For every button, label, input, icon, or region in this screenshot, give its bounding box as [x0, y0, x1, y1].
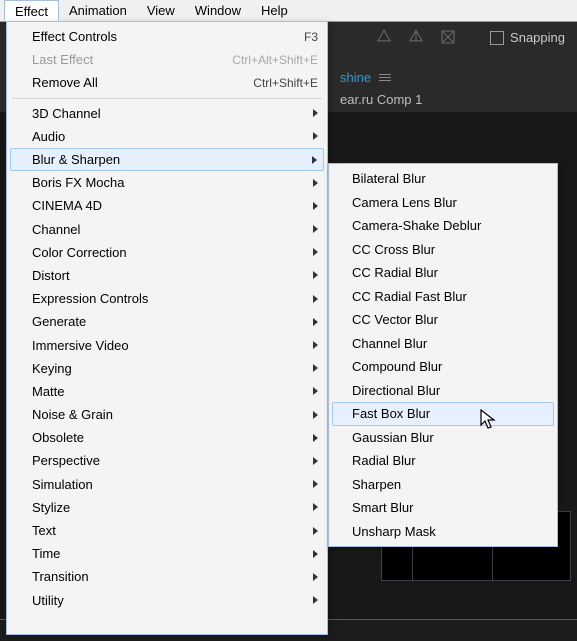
menu-item-expression-controls[interactable]: Expression Controls: [10, 287, 324, 310]
menu-item-time[interactable]: Time: [10, 542, 324, 565]
chevron-right-icon: [313, 503, 318, 511]
chevron-right-icon: [313, 596, 318, 604]
menu-item-generate[interactable]: Generate: [10, 310, 324, 333]
menu-item-perspective[interactable]: Perspective: [10, 449, 324, 472]
submenu-item-fast-box-blur[interactable]: Fast Box Blur: [332, 402, 554, 426]
menu-item-channel[interactable]: Channel: [10, 218, 324, 241]
menu-item-remove-all[interactable]: Remove All Ctrl+Shift+E: [10, 71, 324, 94]
menu-item-3d-channel[interactable]: 3D Channel: [10, 102, 324, 125]
submenu-item-directional-blur[interactable]: Directional Blur: [332, 379, 554, 403]
submenu-item-smart-blur[interactable]: Smart Blur: [332, 496, 554, 520]
chevron-right-icon: [313, 573, 318, 581]
menu-item-boris-fx-mocha[interactable]: Boris FX Mocha: [10, 171, 324, 194]
chevron-right-icon: [313, 411, 318, 419]
chevron-right-icon: [313, 132, 318, 140]
chevron-right-icon: [313, 364, 318, 372]
effect-menu: Effect Controls F3 Last Effect Ctrl+Alt+…: [6, 21, 328, 635]
chevron-right-icon: [313, 387, 318, 395]
menu-item-effect-controls[interactable]: Effect Controls F3: [10, 25, 324, 48]
chevron-right-icon: [313, 527, 318, 535]
menu-item-obsolete[interactable]: Obsolete: [10, 426, 324, 449]
chevron-right-icon: [313, 225, 318, 233]
chevron-right-icon: [313, 480, 318, 488]
submenu-item-radial-blur[interactable]: Radial Blur: [332, 449, 554, 473]
blur-sharpen-submenu: Bilateral Blur Camera Lens Blur Camera-S…: [328, 163, 558, 547]
menu-item-text[interactable]: Text: [10, 519, 324, 542]
menu-item-audio[interactable]: Audio: [10, 125, 324, 148]
tool-icon-1[interactable]: [375, 28, 393, 46]
tab-shine[interactable]: shine: [340, 70, 391, 85]
menubar: Effect Animation View Window Help: [0, 0, 577, 22]
submenu-item-channel-blur[interactable]: Channel Blur: [332, 332, 554, 356]
snapping-label: Snapping: [510, 30, 565, 45]
chevron-right-icon: [313, 109, 318, 117]
menu-item-cinema-4d[interactable]: CINEMA 4D: [10, 194, 324, 217]
tool-icons: [375, 28, 457, 46]
snapping-toggle[interactable]: Snapping: [490, 30, 565, 45]
submenu-item-compound-blur[interactable]: Compound Blur: [332, 355, 554, 379]
chevron-right-icon: [313, 295, 318, 303]
submenu-item-camera-shake-deblur[interactable]: Camera-Shake Deblur: [332, 214, 554, 238]
submenu-item-camera-lens-blur[interactable]: Camera Lens Blur: [332, 191, 554, 215]
submenu-item-gaussian-blur[interactable]: Gaussian Blur: [332, 426, 554, 450]
submenu-item-cc-vector-blur[interactable]: CC Vector Blur: [332, 308, 554, 332]
chevron-right-icon: [313, 248, 318, 256]
menu-item-simulation[interactable]: Simulation: [10, 473, 324, 496]
chevron-right-icon: [313, 550, 318, 558]
chevron-right-icon: [313, 318, 318, 326]
chevron-right-icon: [313, 457, 318, 465]
menu-item-blur-sharpen[interactable]: Blur & Sharpen: [10, 148, 324, 171]
menu-separator: [12, 98, 322, 99]
submenu-item-cc-radial-fast-blur[interactable]: CC Radial Fast Blur: [332, 285, 554, 309]
submenu-item-bilateral-blur[interactable]: Bilateral Blur: [332, 167, 554, 191]
chevron-right-icon: [313, 179, 318, 187]
snapping-checkbox-icon: [490, 31, 504, 45]
menu-item-immersive-video[interactable]: Immersive Video: [10, 333, 324, 356]
chevron-right-icon: [312, 156, 317, 164]
tool-icon-2[interactable]: [407, 28, 425, 46]
menu-animation[interactable]: Animation: [59, 0, 137, 21]
menu-item-distort[interactable]: Distort: [10, 264, 324, 287]
comp-name: ear.ru Comp 1: [340, 92, 422, 107]
tool-icon-3[interactable]: [439, 28, 457, 46]
menu-window[interactable]: Window: [185, 0, 251, 21]
menu-item-last-effect: Last Effect Ctrl+Alt+Shift+E: [10, 48, 324, 71]
chevron-right-icon: [313, 271, 318, 279]
chevron-right-icon: [313, 434, 318, 442]
menu-item-keying[interactable]: Keying: [10, 357, 324, 380]
menu-item-matte[interactable]: Matte: [10, 380, 324, 403]
menu-item-color-correction[interactable]: Color Correction: [10, 241, 324, 264]
submenu-item-cc-radial-blur[interactable]: CC Radial Blur: [332, 261, 554, 285]
menu-effect[interactable]: Effect: [4, 0, 59, 21]
chevron-right-icon: [313, 202, 318, 210]
menu-item-transition[interactable]: Transition: [10, 565, 324, 588]
menu-item-utility[interactable]: Utility: [10, 589, 324, 612]
menu-item-stylize[interactable]: Stylize: [10, 496, 324, 519]
panel-menu-icon[interactable]: [379, 74, 391, 81]
menu-view[interactable]: View: [137, 0, 185, 21]
submenu-item-sharpen[interactable]: Sharpen: [332, 473, 554, 497]
tab-label: shine: [340, 70, 371, 85]
menu-help[interactable]: Help: [251, 0, 298, 21]
menu-item-noise-grain[interactable]: Noise & Grain: [10, 403, 324, 426]
submenu-item-cc-cross-blur[interactable]: CC Cross Blur: [332, 238, 554, 262]
submenu-item-unsharp-mask[interactable]: Unsharp Mask: [332, 520, 554, 544]
chevron-right-icon: [313, 341, 318, 349]
